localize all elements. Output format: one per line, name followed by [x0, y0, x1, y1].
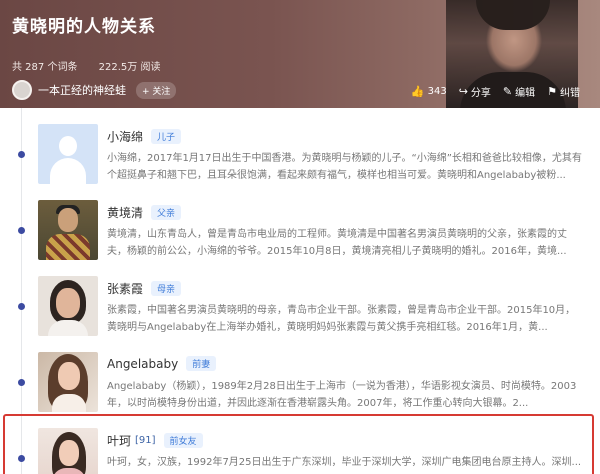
- relationship-list: 小海绵 儿子 小海绵，2017年1月17日出生于中国香港。为黄晓明与杨颖的儿子。…: [0, 108, 600, 474]
- page-title: 黄晓明的人物关系: [12, 17, 156, 37]
- entry-count: 共 287 个词条: [12, 62, 78, 73]
- entry-header: 黄晓明的人物关系 共 287 个词条 222.5万 阅读 一本正经的神经蛙 + …: [0, 0, 600, 108]
- person-name[interactable]: 黄境清: [107, 204, 143, 221]
- default-avatar-image[interactable]: [38, 124, 98, 184]
- list-item[interactable]: 黄境清 父亲 黄境清，山东青岛人，曾是青岛市电业局的工程师。黄境清是中国著名男演…: [0, 184, 600, 260]
- person-name[interactable]: Angelababy: [107, 357, 178, 371]
- relation-tag: 前妻: [186, 356, 217, 371]
- thumbs-up-icon: 👍: [410, 85, 425, 98]
- timeline-dot: [18, 379, 25, 386]
- person-description: 小海绵，2017年1月17日出生于中国香港。为黄晓明与杨颖的儿子。“小海绵”长相…: [107, 153, 582, 181]
- like-count: 343: [427, 86, 447, 97]
- list-item[interactable]: Angelababy 前妻 Angelababy（杨颖），1989年2月28日出…: [0, 336, 600, 412]
- flag-icon: ⚑: [547, 85, 557, 98]
- highlight-box: [3, 414, 594, 474]
- timeline-dot: [18, 151, 25, 158]
- avatar[interactable]: [12, 80, 32, 100]
- relation-tag: 母亲: [151, 281, 182, 296]
- person-description: Angelababy（杨颖），1989年2月28日出生于上海市（一说为香港），华…: [107, 381, 577, 409]
- list-item[interactable]: 张素霞 母亲 张素霞，中国著名男演员黄晓明的母亲，青岛市企业干部。张素霞，曾是青…: [0, 260, 600, 336]
- person-photo[interactable]: [38, 200, 98, 260]
- relation-tag: 父亲: [151, 205, 182, 220]
- read-count: 222.5万 阅读: [98, 62, 161, 73]
- person-description: 黄境清，山东青岛人，曾是青岛市电业局的工程师。黄境清是中国著名男演员黄晓明的父亲…: [107, 229, 567, 257]
- follow-button[interactable]: + 关注: [136, 81, 177, 99]
- errata-button[interactable]: ⚑ 纠错: [547, 84, 580, 99]
- share-label: 分享: [470, 88, 491, 99]
- timeline-dot: [18, 227, 25, 234]
- timeline-dot: [18, 303, 25, 310]
- pencil-icon: ✎: [502, 85, 513, 98]
- share-button[interactable]: ↪ 分享: [459, 84, 491, 99]
- relation-tag: 儿子: [151, 129, 182, 144]
- edit-label: 编辑: [515, 88, 536, 99]
- author-row[interactable]: 一本正经的神经蛙 + 关注: [12, 80, 177, 100]
- author-name[interactable]: 一本正经的神经蛙: [38, 82, 126, 98]
- entry-meta: 共 287 个词条 222.5万 阅读: [12, 58, 178, 73]
- person-photo[interactable]: [38, 276, 98, 336]
- edit-button[interactable]: ✎ 编辑: [503, 84, 535, 99]
- errata-label: 纠错: [560, 88, 580, 99]
- person-name[interactable]: 小海绵: [107, 128, 143, 145]
- share-icon: ↪: [458, 85, 468, 98]
- like-button[interactable]: 👍 343: [411, 85, 447, 98]
- action-bar: 👍 343 ↪ 分享 ✎ 编辑 ⚑ 纠错: [399, 84, 580, 99]
- person-description: 张素霞，中国著名男演员黄晓明的母亲，青岛市企业干部。张素霞，曾是青岛市企业干部。…: [107, 305, 576, 333]
- person-name[interactable]: 张素霞: [107, 280, 143, 297]
- list-item[interactable]: 小海绵 儿子 小海绵，2017年1月17日出生于中国香港。为黄晓明与杨颖的儿子。…: [0, 108, 600, 184]
- person-photo[interactable]: [38, 352, 98, 412]
